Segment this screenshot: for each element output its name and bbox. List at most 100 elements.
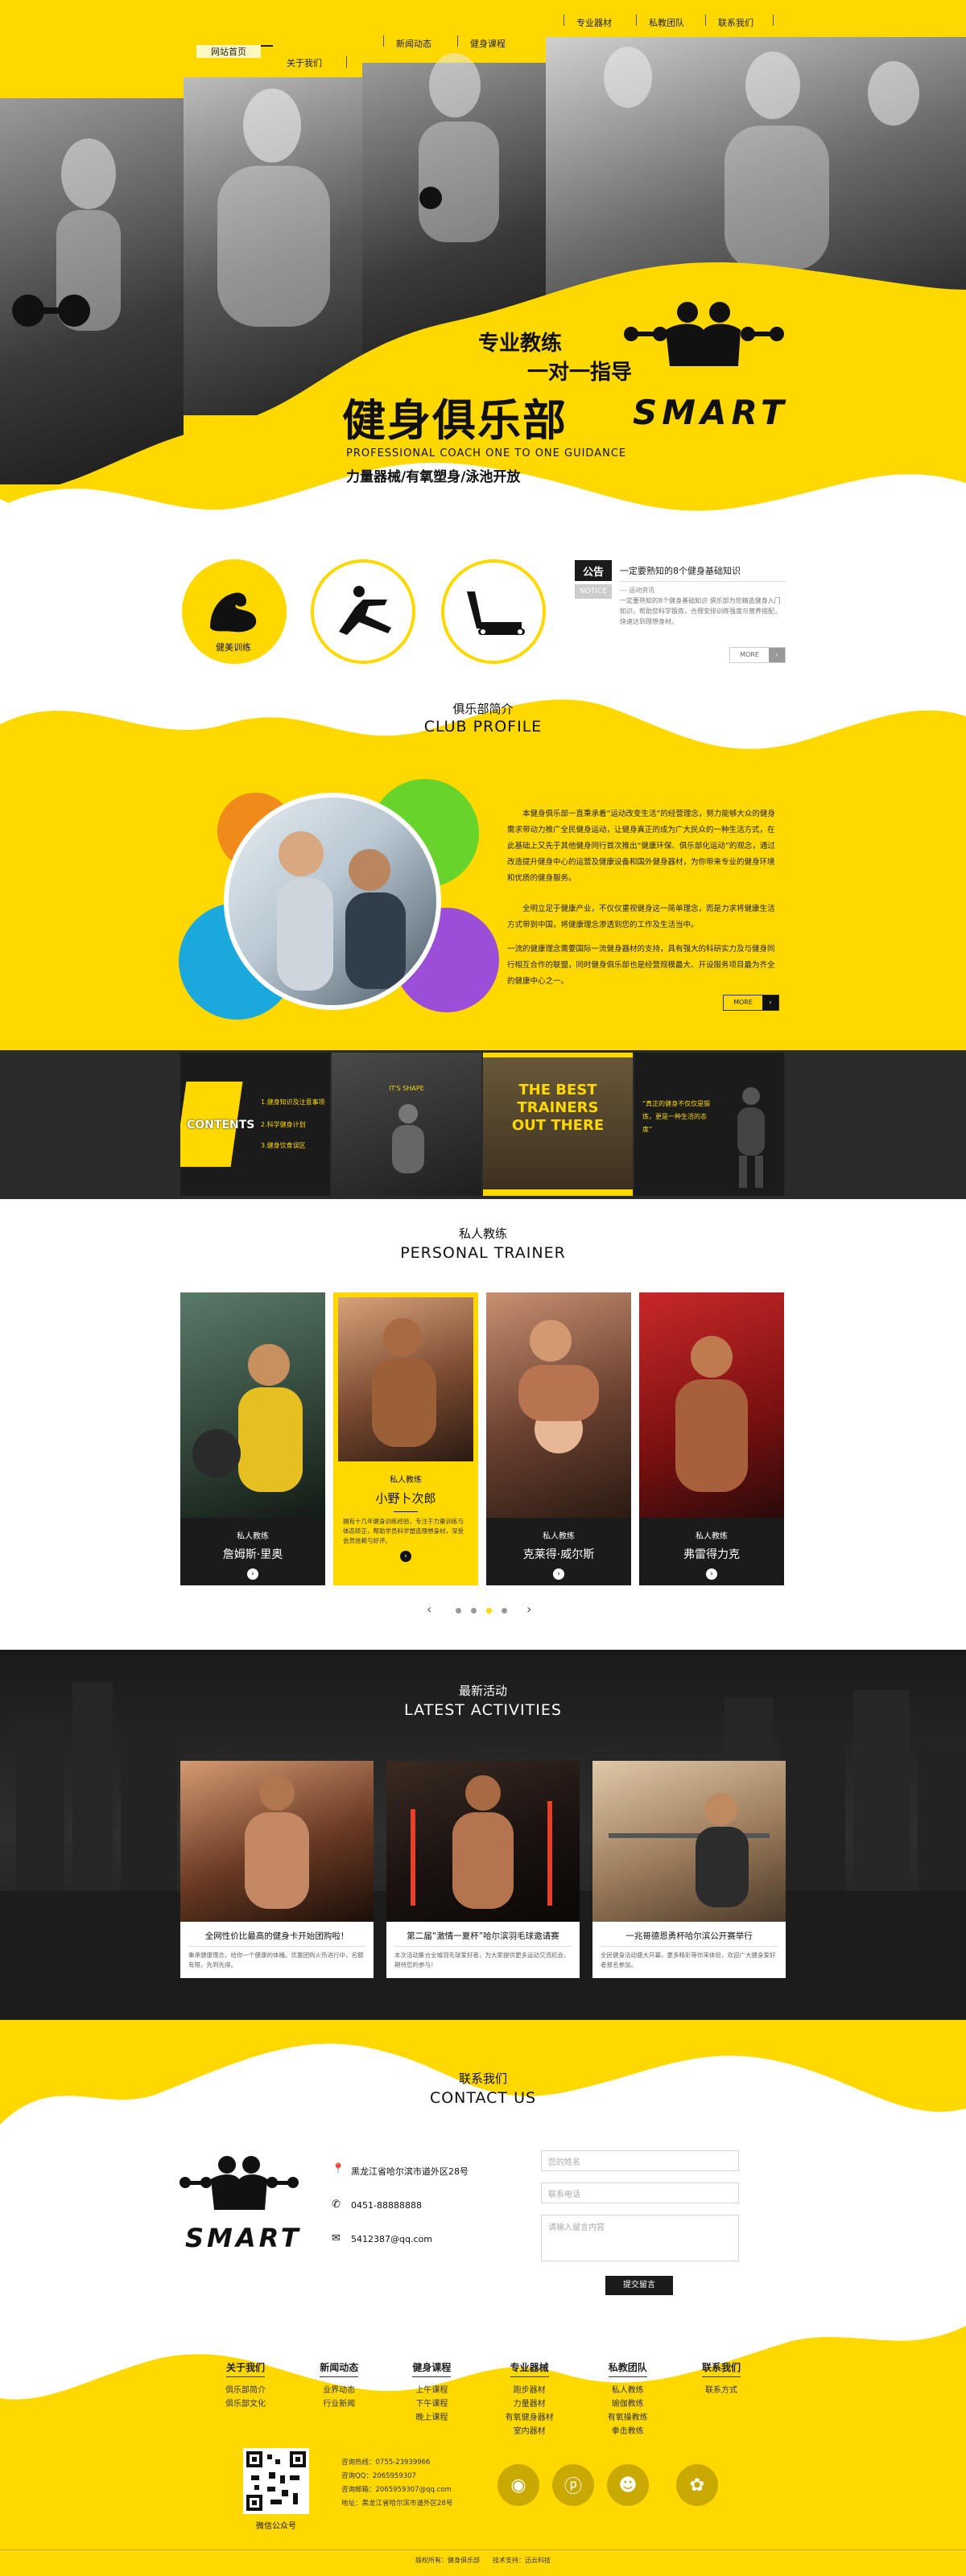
footer-column: 专业器械跑步器材 力量器材 有氧健身器材 室内器材 [506,2361,554,2442]
trainer-card[interactable]: 私人教练 克莱得·威尔斯 › [486,1292,631,1585]
paw-icon[interactable]: ✿ [676,2464,718,2506]
footer-link[interactable]: 有氧操教练 [608,2411,648,2425]
contact-address: 黑龙江省哈尔滨市道外区28号 [351,2166,469,2177]
footer-link[interactable]: 下午课程 [412,2397,451,2411]
carousel-dot-active[interactable] [486,1608,492,1614]
footer-column: 私教团队私人教练 瑜伽教练 有氧操教练 拳击教练 [608,2361,648,2442]
yoga-pose-icon [339,586,391,635]
pinterest-icon[interactable]: ⓟ [552,2464,594,2506]
club-section-bg [0,773,966,1050]
footer-link[interactable]: 俱乐部简介 [225,2384,266,2397]
activity-card[interactable]: 第二届“激情一夏杯”哈尔滨羽毛球邀请赛 本次活动集合全城羽毛球爱好者，为大家提供… [386,1761,580,1978]
carousel-dot[interactable] [471,1608,477,1614]
activity-card[interactable]: 全网性价比最高的健身卡开始团购啦！ 秉承健康理念，给你一个健康的体魄。优惠团购火… [180,1761,374,1978]
notice-headline[interactable]: 一定要熟知的8个健身基础知识 [620,564,741,577]
activity-card[interactable]: 一兆哥德恩勇杯哈尔滨公开赛举行 全民健身活动盛大开幕，更多精彩等你来体验，欢迎广… [592,1761,786,1978]
phone-field[interactable]: 联系电话 [541,2182,739,2203]
strip-card-shape[interactable]: IT'S SHAPE [332,1053,481,1196]
footer-link[interactable]: 俱乐部文化 [225,2397,266,2411]
phone-icon: ✆ [332,2199,341,2211]
club-paragraph-3: 一流的健康理念需要国际一流健身器材的支持，具有强大的科研实力及与健身同行相互合作… [507,945,775,986]
activity-divider [188,1946,365,1947]
strip-best-border [483,1053,633,1057]
contact-logo-text: SMART [185,2223,302,2253]
footer-link[interactable]: 行业新闻 [320,2397,358,2411]
strip-best-line1: THE BEST [518,1082,597,1098]
footer-address: 地址：黑龙江省哈尔滨市道外区28号 [341,2500,453,2508]
nav-item-contact[interactable]: 联系我们 [718,16,753,29]
notice-more-label: MORE [740,651,759,658]
carousel-next-icon[interactable]: › [526,1601,531,1617]
trainer-card[interactable]: 私人教练 詹姆斯·里奥 › [180,1292,325,1585]
trainer-role: 私人教练 [696,1532,728,1541]
strip-card-contents[interactable]: CONTENTS 1.健身知识及注意事项 2.科学健身计划 3.健身饮食误区 [180,1053,330,1196]
trainer-title-en: PERSONAL TRAINER [400,1244,566,1262]
strip-list-2: 2.科学健身计划 [261,1121,306,1128]
footer-qq: 咨询QQ：2065959307 [341,2472,416,2480]
footer-link[interactable]: 有氧健身器材 [506,2411,554,2425]
footer-link[interactable]: 跑步器材 [506,2384,554,2397]
trainer-card[interactable]: 私人教练 弗雷得力克 › [639,1292,784,1585]
service-treadmill[interactable] [441,559,546,664]
nav-item-equipment[interactable]: 专业器材 [576,16,612,29]
strip-card-best-trainers[interactable]: THE BEST TRAINERS OUT THERE [483,1053,633,1196]
map-pin-icon: 📍 [332,2163,345,2175]
notice-panel: 公告 NOTICE 一定要熟知的8个健身基础知识 --- 运动资讯 一定要熟知的… [575,555,786,668]
footer-link[interactable]: 私人教练 [608,2384,648,2397]
footer-column-heading[interactable]: 新闻动态 [320,2361,359,2377]
phone-placeholder: 联系电话 [548,2190,580,2199]
footer-hotline: 咨询热线：0755-23939966 [341,2459,431,2467]
trainer-title-cn: 私人教练 [458,1226,507,1241]
activity-title: 第二届“激情一夏杯”哈尔滨羽毛球邀请赛 [407,1931,559,1941]
hero-title: 健身俱乐部 [342,395,568,446]
weibo-icon[interactable]: ◉ [497,2464,539,2506]
activity-figure-graphic [245,1775,309,1909]
activity-photo [592,1761,786,1922]
name-field[interactable]: 您的姓名 [541,2150,739,2171]
trainer-card-featured[interactable]: 私人教练 小野卜次郎 拥有十几年健身训练经验，专注于力量训练与体态矫正，帮助学员… [333,1292,478,1585]
trainer-caption: 私人教练 克莱得·威尔斯 › [486,1518,631,1585]
club-more-button[interactable]: MORE › [723,995,779,1011]
strip-best-bottom [483,1189,633,1196]
qr-label: 微信公众号 [256,2522,296,2531]
footer-link[interactable]: 室内器材 [506,2425,554,2438]
club-paragraph-1: 本健身俱乐部一直秉承着“运动改变生活”的经营理念，努力能够大众的健身需求带动力推… [507,810,775,883]
footer-column-heading[interactable]: 专业器械 [510,2361,549,2377]
footer-link[interactable]: 瑜伽教练 [608,2397,648,2411]
notice-more-button[interactable]: MORE › [729,647,786,663]
arrow-right-circle-icon[interactable]: › [706,1568,717,1580]
contact-title-cn: 联系我们 [458,2071,507,2086]
club-photo-figures [277,831,406,991]
trainer-featured-caption: 私人教练 小野卜次郎 拥有十几年健身训练经验，专注于力量训练与体态矫正，帮助学员… [333,1461,478,1585]
footer-link[interactable]: 拳击教练 [608,2425,648,2438]
arrow-right-circle-icon[interactable]: › [553,1568,564,1580]
strip-card-quote[interactable]: “真正的健身不仅仅是锻炼，更是一种生活的态度” [634,1053,784,1196]
message-field[interactable]: 请输入留言内容 [541,2215,739,2261]
trainer-role: 私人教练 [237,1532,269,1541]
footer-column: 健身课程上午课程 下午课程 晚上课程 [412,2361,452,2442]
trainer-photo [486,1292,631,1518]
carousel-dot[interactable] [456,1608,461,1614]
message-placeholder: 请输入留言内容 [548,2224,605,2232]
hero-slogan-1: 专业教练 [478,332,563,356]
service-yoga[interactable] [311,559,415,664]
carousel-dot[interactable] [502,1608,507,1614]
name-placeholder: 您的姓名 [548,2158,580,2167]
submit-button[interactable]: 提交留言 [605,2276,673,2295]
footer-column-heading[interactable]: 私教团队 [608,2361,647,2377]
notice-category: --- 运动资讯 [620,587,655,594]
footer-link[interactable]: 联系方式 [702,2384,741,2397]
carousel-prev-icon[interactable]: ‹ [427,1601,431,1617]
activity-desc: 本次活动集合全城羽毛球爱好者，为大家提供更多运动交流机会，期待您的参与！ [394,1952,570,1968]
nav-item-trainers[interactable]: 私教团队 [649,16,684,29]
footer-column-heading[interactable]: 健身课程 [412,2361,452,2377]
footer-link[interactable]: 上午课程 [412,2384,451,2397]
footer-column-heading[interactable]: 关于我们 [225,2361,265,2377]
arrow-right-circle-icon[interactable]: › [400,1551,411,1562]
footer-column-heading[interactable]: 联系我们 [701,2361,741,2377]
arrow-right-circle-icon[interactable]: › [247,1568,258,1580]
footer-link[interactable]: 力量器材 [506,2397,554,2411]
footer-link[interactable]: 晚上课程 [412,2411,451,2425]
footer-link[interactable]: 业界动态 [320,2384,358,2397]
qq-icon[interactable]: ☻ [607,2464,649,2506]
